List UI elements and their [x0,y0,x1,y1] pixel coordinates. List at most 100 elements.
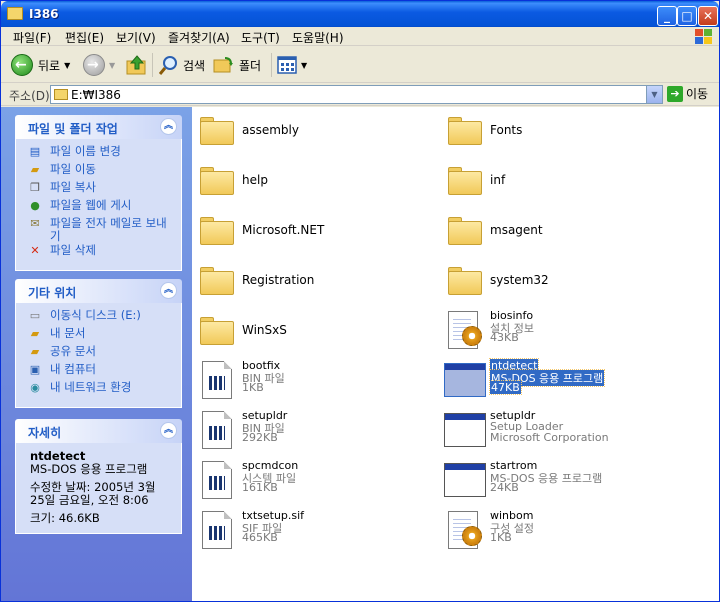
task-move[interactable]: ▰ 파일 이동 [28,163,173,180]
menu-bar: 파일(F) 편집(E) 보기(V) 즐겨찾기(A) 도구(T) 도움말(H) [1,27,719,46]
panel-header[interactable]: 파일 및 폴더 작업 ︽ [15,115,182,139]
folder-item[interactable]: system32 [440,259,680,305]
place-label: 내 문서 [50,326,86,340]
menu-view[interactable]: 보기(V) [116,29,156,46]
file-item[interactable]: bootfix BIN 파일 1KB [192,359,432,405]
network-icon: ◉ [30,381,40,394]
title-bar[interactable]: I386 _ □ ✕ [1,1,719,29]
folder-item[interactable]: Registration [192,259,432,305]
collapse-chevron-icon[interactable]: ︽ [160,118,177,135]
application-icon [444,363,486,397]
application-icon [444,413,486,447]
search-button[interactable]: 검색 [159,53,205,77]
up-folder-button[interactable] [125,53,149,77]
menu-favorites[interactable]: 즐겨찾기(A) [168,29,230,46]
file-item-selected[interactable]: ntdetect MS-DOS 응용 프로그램 47KB [440,358,680,405]
folder-icon [7,7,23,20]
menu-edit[interactable]: 편집(E) [65,29,104,46]
place-network[interactable]: ◉ 내 네트워크 환경 [28,381,173,398]
folder-icon [448,215,482,245]
panel-body: ntdetect MS-DOS 응용 프로그램 수정한 날짜: 2005년 3월… [15,443,182,534]
place-shared-documents[interactable]: ▰ 공유 문서 [28,345,173,362]
task-email[interactable]: ✉ 파일을 전자 메일로 보내기 [28,217,173,243]
panel-title: 자세히 [28,426,62,440]
task-rename[interactable]: ▤ 파일 이름 변경 [28,145,173,162]
search-icon [159,56,177,75]
place-removable-disk[interactable]: ▭ 이동식 디스크 (E:) [28,309,173,326]
panel-title: 기타 위치 [28,286,77,300]
item-name: help [242,173,268,187]
folder-icon [200,315,234,345]
item-name: msagent [490,223,543,237]
back-arrow-icon: ← [11,54,33,76]
folder-item[interactable]: msagent [440,209,680,255]
place-my-documents[interactable]: ▰ 내 문서 [28,327,173,344]
folder-item[interactable]: assembly [192,109,432,155]
address-value[interactable]: E:₩I386 [71,88,121,102]
collapse-chevron-icon[interactable]: ︽ [160,422,177,439]
maximize-button[interactable]: □ [677,6,697,26]
toolbar: ← 뒤로 ▼ → ▼ 검색 폴더 ▼ [1,47,719,83]
file-item[interactable]: txtsetup.sif SIF 파일 465KB [192,509,432,555]
folder-item[interactable]: Microsoft.NET [192,209,432,255]
folder-item[interactable]: help [192,159,432,205]
folder-item[interactable]: Fonts [440,109,680,155]
item-size: 43KB [490,331,519,344]
menu-tools[interactable]: 도구(T) [241,29,280,46]
panel-body: ▤ 파일 이름 변경 ▰ 파일 이동 ❐ 파일 복사 ● 파일을 웹에 게시 ✉ [15,139,182,271]
back-button[interactable]: ← 뒤로 ▼ [11,53,70,77]
chevron-down-icon[interactable]: ▼ [646,86,662,103]
chevron-down-icon[interactable]: ▼ [301,61,307,70]
item-name: assembly [242,123,299,137]
file-item[interactable]: setupldr BIN 파일 292KB [192,409,432,455]
chevron-down-icon[interactable]: ▼ [109,61,115,70]
place-label: 내 네트워크 환경 [50,380,132,394]
folder-item[interactable]: WinSxS [192,309,432,355]
go-label: 이동 [686,87,709,101]
address-input[interactable]: E:₩I386 ▼ [50,85,663,104]
folder-icon [200,265,234,295]
file-item[interactable]: startrom MS-DOS 응용 프로그램 24KB [440,459,680,505]
item-size: 24KB [490,481,519,494]
toolbar-separator [152,53,153,77]
chevron-down-icon[interactable]: ▼ [64,61,70,70]
close-button[interactable]: ✕ [698,6,718,26]
go-arrow-icon: ➔ [667,85,683,102]
other-places-panel: 기타 위치 ︽ ▭ 이동식 디스크 (E:) ▰ 내 문서 ▰ 공유 문서 ▣ [15,279,182,408]
bin-file-icon [202,411,232,449]
menu-help[interactable]: 도움말(H) [292,29,344,46]
panel-header[interactable]: 기타 위치 ︽ [15,279,182,303]
views-button[interactable]: ▼ [277,53,307,77]
folder-icon [448,265,482,295]
collapse-chevron-icon[interactable]: ︽ [160,282,177,299]
panel-header[interactable]: 자세히 ︽ [15,419,182,443]
forward-button[interactable]: → ▼ [83,53,115,77]
go-button[interactable]: ➔ 이동 [667,85,708,102]
rename-icon: ▤ [29,145,41,158]
sif-file-icon [202,511,232,549]
task-publish-web[interactable]: ● 파일을 웹에 게시 [28,199,173,216]
details-modified: 수정한 날짜: 2005년 3월 25일 금요일, 오전 8:06 [30,480,156,507]
item-name: Fonts [490,123,523,137]
details-size: 크기: 46.6KB [30,511,100,525]
item-size: 465KB [242,531,278,544]
place-label: 내 컴퓨터 [50,362,96,376]
task-delete[interactable]: ✕ 파일 삭제 [28,244,173,261]
task-copy[interactable]: ❐ 파일 복사 [28,181,173,198]
folder-item[interactable]: inf [440,159,680,205]
place-my-computer[interactable]: ▣ 내 컴퓨터 [28,363,173,380]
file-item[interactable]: winbom 구성 설정 1KB [440,509,680,555]
file-item[interactable]: setupldr Setup Loader Microsoft Corporat… [440,409,680,455]
task-label: 파일을 전자 메일로 보내기 [50,216,167,243]
folder-icon [200,165,234,195]
file-item[interactable]: biosinfo 설치 정보 43KB [440,309,680,355]
file-item[interactable]: spcmdcon 시스템 파일 161KB [192,459,432,505]
file-folder-tasks-panel: 파일 및 폴더 작업 ︽ ▤ 파일 이름 변경 ▰ 파일 이동 ❐ 파일 복사 … [15,115,182,271]
folders-button[interactable]: 폴더 [213,53,261,77]
delete-icon: ✕ [30,244,40,257]
menu-file[interactable]: 파일(F) [13,29,51,46]
minimize-button[interactable]: _ [657,6,677,26]
task-label: 파일 이동 [50,162,96,176]
window-title: I386 [29,7,59,21]
toolbar-separator [271,53,272,77]
